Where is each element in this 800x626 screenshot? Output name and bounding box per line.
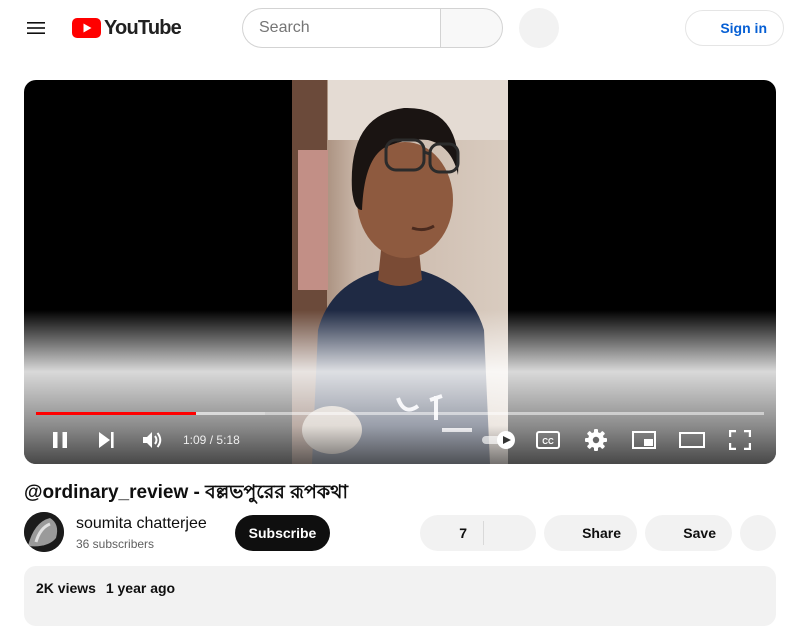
volume-button[interactable] xyxy=(135,424,171,456)
video-player[interactable]: 1:09 / 5:18 CC xyxy=(24,80,776,464)
search-box xyxy=(242,8,503,48)
fullscreen-button[interactable] xyxy=(722,424,758,456)
masthead: YouTube Sign in xyxy=(0,0,800,56)
theater-mode-icon xyxy=(679,432,705,448)
search-input[interactable] xyxy=(242,8,440,48)
pause-icon xyxy=(53,432,67,448)
more-actions-button[interactable] xyxy=(740,515,776,551)
channel-name[interactable]: soumita chatterjee xyxy=(76,515,207,533)
volume-icon xyxy=(143,432,162,448)
autoplay-toggle-icon xyxy=(482,431,515,449)
sign-in-button[interactable]: Sign in xyxy=(685,10,784,46)
theater-mode-button[interactable] xyxy=(674,424,710,456)
sign-in-label: Sign in xyxy=(720,20,767,36)
miniplayer-icon xyxy=(632,431,656,449)
duration: 5:18 xyxy=(216,433,240,447)
youtube-play-icon xyxy=(72,18,101,38)
hamburger-menu-icon xyxy=(27,22,45,34)
dislike-button[interactable] xyxy=(484,515,536,551)
progress-bar[interactable] xyxy=(36,412,764,415)
video-title: @ordinary_review - বল্লভপুরের রূপকথা xyxy=(24,482,348,503)
time-separator: / xyxy=(209,433,214,447)
description-box[interactable]: 2K views 1 year ago xyxy=(24,566,776,626)
logo-wordmark: YouTube xyxy=(104,16,182,39)
share-label: Share xyxy=(582,525,621,541)
like-count: 7 xyxy=(459,525,467,541)
share-button[interactable]: Share xyxy=(544,515,637,551)
view-count: 2K views xyxy=(36,580,96,596)
pause-button[interactable] xyxy=(42,424,78,456)
like-dislike-group: 7 xyxy=(420,515,536,551)
miniplayer-button[interactable] xyxy=(626,424,662,456)
save-button[interactable]: Save xyxy=(645,515,732,551)
subscribe-button[interactable]: Subscribe xyxy=(235,515,330,551)
autoplay-toggle[interactable] xyxy=(476,424,520,456)
settings-button[interactable] xyxy=(578,424,614,456)
subscriber-count: 36 subscribers xyxy=(76,537,155,551)
current-time: 1:09 xyxy=(183,433,207,447)
next-button[interactable] xyxy=(88,424,124,456)
subscribe-label: Subscribe xyxy=(248,525,317,541)
search-button[interactable] xyxy=(440,8,503,48)
fullscreen-icon xyxy=(729,430,751,450)
time-display: 1:09 / 5:18 xyxy=(183,433,240,447)
next-icon xyxy=(99,432,114,448)
settings-icon xyxy=(585,429,607,451)
description-meta: 2K views 1 year ago xyxy=(36,580,175,596)
progress-played xyxy=(36,412,197,415)
captions-icon: CC xyxy=(536,431,560,449)
captions-button[interactable]: CC xyxy=(530,424,566,456)
like-button[interactable]: 7 xyxy=(420,515,483,551)
save-label: Save xyxy=(683,525,716,541)
svg-text:CC: CC xyxy=(542,437,554,446)
guide-menu-button[interactable] xyxy=(16,8,56,48)
upload-age: 1 year ago xyxy=(105,580,176,596)
voice-search-button[interactable] xyxy=(519,8,559,48)
channel-avatar[interactable] xyxy=(24,512,64,552)
youtube-logo[interactable]: YouTube xyxy=(72,16,182,40)
